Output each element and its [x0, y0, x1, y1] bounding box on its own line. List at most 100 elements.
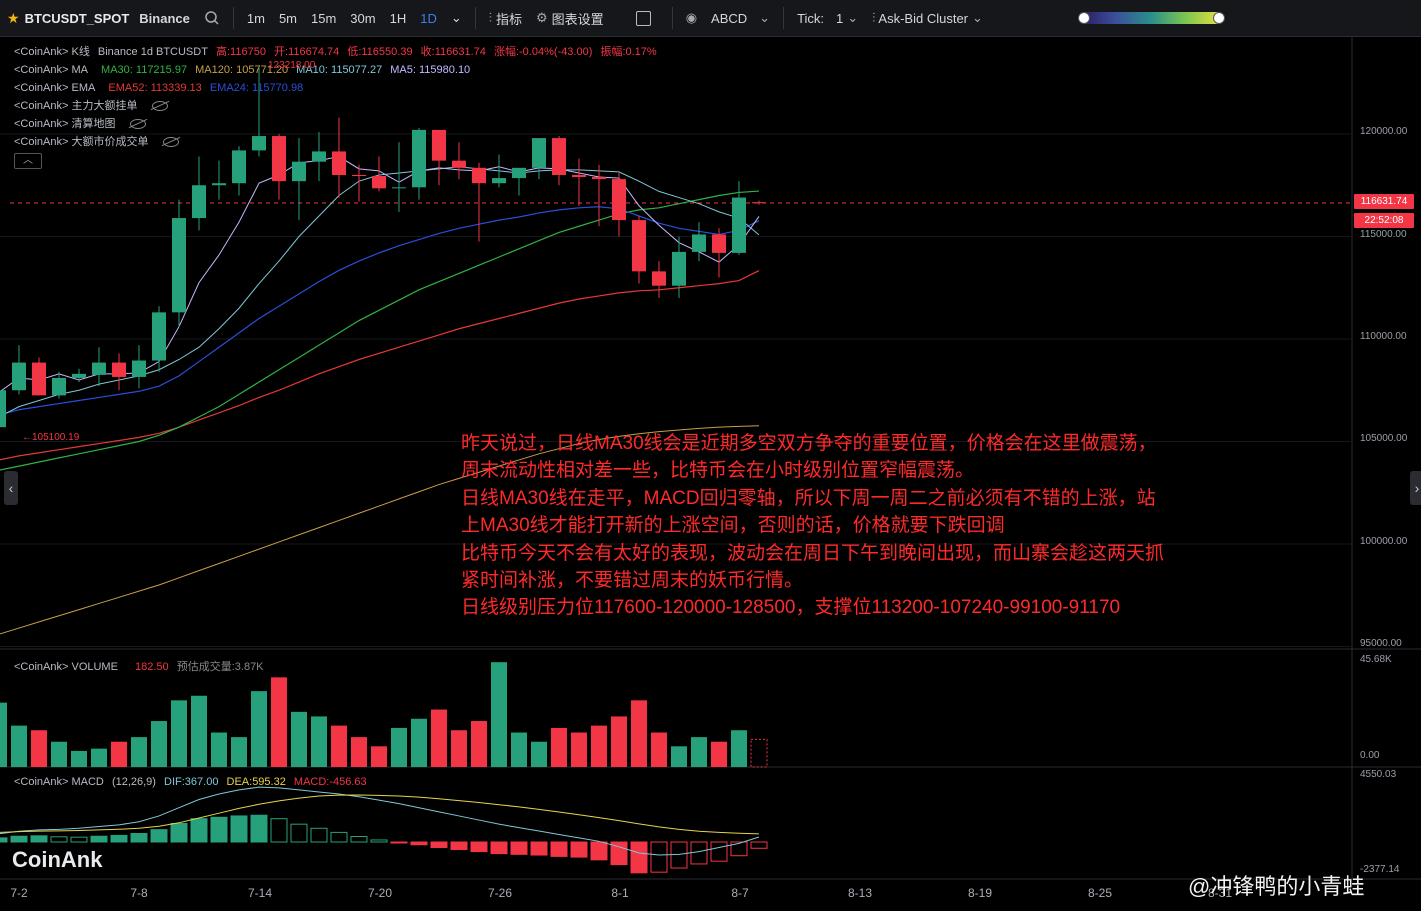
chart-settings-button[interactable]: ⚙ 图表设置 — [529, 0, 611, 36]
interval-5m[interactable]: 5m — [272, 0, 304, 36]
gradient-max-handle[interactable] — [1213, 12, 1225, 24]
macd-histogram-bar — [530, 841, 548, 856]
volume-bar — [71, 750, 87, 767]
volume-bar — [731, 730, 747, 767]
annotation-line: 昨天说过，日线MA30线会是近期多空双方争夺的重要位置，价格会在这里做震荡， — [461, 433, 1157, 454]
color-gradient-slider[interactable] — [1078, 12, 1225, 24]
eye-off-icon[interactable] — [163, 137, 180, 148]
volume-bar — [31, 730, 47, 767]
interval-1m[interactable]: 1m — [240, 0, 272, 36]
macd-histogram-bar — [750, 841, 768, 849]
candle-body — [372, 176, 386, 189]
candle-body — [552, 138, 566, 175]
volume-bar — [271, 677, 287, 767]
collapse-legend-chevron-up-icon[interactable]: ︿ — [14, 153, 42, 169]
volume-legend: <CoinAnk> VOLUME 182.50 预估成交量:3.87K — [14, 660, 269, 674]
liquidation-map-legend[interactable]: <CoinAnk> 清算地图 — [14, 117, 151, 131]
ma-legend-prefix: <CoinAnk> MA — [14, 64, 88, 76]
macd-histogram-bar — [630, 841, 648, 874]
cluster-label: Ask-Bid Cluster — [878, 10, 968, 26]
volume-bar — [491, 662, 507, 767]
annotation-line: 周末流动性相对差一些，比特币会在小时级别位置窄幅震荡。 — [461, 460, 975, 482]
symbol-selector[interactable]: ★ BTCUSDT_SPOT Binance — [0, 0, 197, 36]
max-price-marker: 123218.00 — [268, 60, 316, 71]
macd-histogram-bar — [350, 836, 368, 843]
candle-body — [512, 167, 526, 179]
analysis-annotation: 昨天说过，日线MA30线会是近期多空双方争夺的重要位置，价格会在这里做震荡， 周… — [461, 430, 1361, 622]
candle-body — [292, 161, 306, 182]
abcd-pattern-button[interactable]: ABCD ⌄ — [704, 0, 777, 36]
eye-off-icon[interactable] — [152, 101, 169, 112]
macd-histogram-bar — [410, 841, 428, 846]
scroll-left-chevron-icon[interactable]: ‹ — [4, 471, 18, 505]
countdown-tag: 22:52:08 — [1354, 213, 1414, 228]
cluster-selector[interactable]: ⫶ Ask-Bid Cluster ⌄ — [865, 0, 990, 36]
min-price-marker: ←105100.19 — [22, 432, 80, 443]
eye-off-icon[interactable] — [130, 119, 147, 130]
macd-histogram-bar — [150, 829, 168, 843]
ema24-value: EMA24: 115770.98 — [209, 82, 304, 94]
annotation-line: 紧时间补涨，不要错过周末的妖币行情。 — [461, 570, 804, 592]
macd-histogram-bar — [130, 832, 148, 843]
gradient-min-handle[interactable] — [1078, 12, 1090, 24]
kline-legend-amplitude: 振幅:0.17% — [600, 46, 657, 58]
volume-bar — [171, 700, 187, 767]
volume-bar — [511, 732, 527, 767]
price-tick: 105000.00 — [1360, 433, 1408, 444]
candle-body — [532, 138, 546, 168]
date-tick: 7-20 — [367, 886, 393, 900]
favorite-star-icon[interactable]: ★ — [7, 10, 20, 27]
macd-dif-value: DIF:367.00 — [164, 776, 219, 788]
candle-body — [12, 362, 26, 391]
macd-histogram-bar — [50, 836, 68, 843]
search-icon[interactable] — [197, 0, 227, 36]
candle-body — [692, 234, 706, 252]
volume-bar — [551, 727, 567, 767]
volume-bar — [611, 716, 627, 767]
interval-dropdown-chevron-down-icon[interactable]: ⌄ — [444, 0, 469, 36]
interval-30m[interactable]: 30m — [343, 0, 382, 36]
volume-bar — [711, 741, 727, 767]
visibility-eye-icon[interactable]: ◉ — [679, 0, 704, 36]
volume-bar — [471, 721, 487, 767]
interval-1d[interactable]: 1D — [413, 0, 444, 36]
date-tick: 7-14 — [247, 886, 273, 900]
scroll-right-chevron-icon[interactable]: › — [1410, 471, 1421, 505]
symbol-name: BTCUSDT_SPOT — [24, 10, 130, 26]
volume-tick: 45.68K — [1360, 654, 1392, 665]
chart-area[interactable]: <CoinAnk> K线 Binance 1d BTCUSDT 高:116750… — [0, 37, 1421, 911]
large-trades-legend[interactable]: <CoinAnk> 大额市价成交单 — [14, 135, 184, 149]
volume-bar — [251, 691, 267, 767]
volume-bar — [351, 737, 367, 767]
chevron-down-icon: ⌄ — [972, 10, 983, 25]
volume-bar — [631, 700, 647, 767]
candle-body — [412, 129, 426, 188]
volume-bar — [311, 716, 327, 767]
volume-bar — [651, 732, 667, 767]
candle-body — [452, 160, 466, 168]
ma5-value: MA5: 115980.10 — [390, 64, 471, 76]
fullscreen-square-icon[interactable] — [629, 0, 658, 36]
volume-bar — [691, 737, 707, 767]
tick-selector[interactable]: Tick: 1 ⌄ — [790, 0, 865, 36]
volume-bar — [391, 727, 407, 767]
candle-body — [652, 271, 666, 286]
candle-body — [172, 218, 186, 313]
annotation-line: 日线级别压力位117600-120000-128500，支撑位113200-10… — [461, 597, 1121, 619]
ma30-value: MA30: 117215.97 — [101, 64, 188, 76]
volume-bar — [231, 737, 247, 767]
main-orders-legend[interactable]: <CoinAnk> 主力大额挂单 — [14, 99, 173, 113]
kline-legend-change: 涨幅:-0.04%(-43.00) — [493, 46, 593, 58]
macd-histogram-bar — [570, 841, 588, 858]
kline-legend-open: 开:116674.74 — [274, 46, 340, 58]
candle-body — [752, 202, 766, 204]
interval-1h[interactable]: 1H — [383, 0, 414, 36]
macd-histogram-bar — [190, 818, 208, 843]
ema-legend-prefix: <CoinAnk> EMA — [14, 82, 96, 94]
price-tick: 100000.00 — [1360, 536, 1408, 547]
indicators-button[interactable]: ⫶ 指标 — [482, 0, 529, 36]
interval-15m[interactable]: 15m — [304, 0, 343, 36]
candle-body — [212, 183, 226, 186]
candle-body — [492, 178, 506, 184]
divider — [671, 7, 673, 29]
